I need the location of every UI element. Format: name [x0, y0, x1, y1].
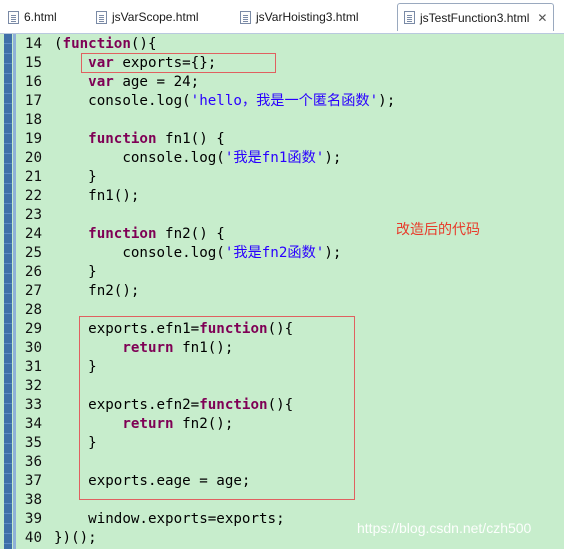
- string-token: '我是fn2函数': [224, 245, 325, 261]
- tab-label: 6.html: [24, 10, 57, 24]
- code-line: 16 var age = 24;: [0, 73, 564, 92]
- editor-tab-bar: 6.html jsVarScope.html jsVarHoisting3.ht…: [0, 0, 564, 34]
- code-token: age = 24;: [113, 74, 200, 90]
- line-number: 21: [24, 169, 42, 185]
- line-number: 23: [24, 207, 42, 223]
- line-number: 32: [24, 378, 42, 394]
- tab-jsvarhoisting3-html[interactable]: jsVarHoisting3.html: [240, 5, 358, 29]
- line-code: }: [54, 168, 97, 187]
- tab-6-html[interactable]: 6.html: [8, 5, 57, 29]
- code-line: 14 (function(){: [0, 35, 564, 54]
- line-code: function fn2() {: [54, 225, 225, 244]
- line-number: 28: [24, 302, 42, 318]
- keyword-token: function: [88, 226, 157, 242]
- line-code: function fn1() {: [54, 130, 225, 149]
- line-number: 39: [24, 511, 42, 527]
- code-token: console.log(: [54, 93, 191, 109]
- code-line: 20 console.log('我是fn1函数');: [0, 149, 564, 168]
- code-line: 19 function fn1() {: [0, 130, 564, 149]
- code-token: );: [324, 150, 342, 166]
- line-code: (function(){: [54, 35, 157, 54]
- line-number: 16: [24, 74, 42, 90]
- code-line: 26 }: [0, 263, 564, 282]
- html-file-icon: [96, 10, 107, 24]
- tab-label: jsVarScope.html: [112, 10, 199, 24]
- line-number: 35: [24, 435, 42, 451]
- line-number: 36: [24, 454, 42, 470]
- keyword-token: var: [88, 74, 114, 90]
- line-number: 33: [24, 397, 42, 413]
- code-token: );: [324, 245, 342, 261]
- code-token: console.log(: [54, 245, 225, 261]
- line-number: 38: [24, 492, 42, 508]
- line-number: 25: [24, 245, 42, 261]
- code-token: }: [54, 264, 97, 280]
- code-token: fn1() {: [156, 131, 225, 147]
- line-code: console.log('我是fn1函数');: [54, 149, 341, 168]
- code-line: 18: [0, 111, 564, 130]
- line-code: fn1();: [54, 187, 139, 206]
- close-icon[interactable]: ✕: [537, 11, 547, 25]
- keyword-token: function: [88, 131, 157, 147]
- tab-jstestfunction3-html[interactable]: jsTestFunction3.html ✕: [397, 3, 555, 31]
- code-line: 22 fn1();: [0, 187, 564, 206]
- line-number: 29: [24, 321, 42, 337]
- line-code: }: [54, 263, 97, 282]
- annotation-note: 改造后的代码: [396, 222, 480, 238]
- code-token: })();: [54, 530, 97, 546]
- code-token: (: [54, 36, 63, 52]
- code-token: fn2();: [54, 283, 140, 299]
- code-token: }: [54, 169, 97, 185]
- code-line: 21 }: [0, 168, 564, 187]
- tab-label: jsVarHoisting3.html: [256, 10, 359, 24]
- line-number: 40: [24, 530, 42, 546]
- line-code: window.exports=exports;: [54, 510, 285, 529]
- line-code: fn2();: [54, 282, 139, 301]
- code-token: );: [378, 93, 396, 109]
- code-line: 27 fn2();: [0, 282, 564, 301]
- code-editor[interactable]: 14 (function(){15 var exports={}; 16 var a…: [0, 34, 564, 549]
- line-number: 30: [24, 340, 42, 356]
- line-number: 18: [24, 112, 42, 128]
- code-token: console.log(: [54, 150, 225, 166]
- line-number: 26: [24, 264, 42, 280]
- tab-jsvarscope-html[interactable]: jsVarScope.html: [96, 5, 198, 29]
- highlight-box-exports-assignments: [79, 316, 355, 500]
- line-number: 27: [24, 283, 42, 299]
- line-number: 14: [24, 36, 42, 52]
- html-file-icon: [240, 10, 251, 24]
- line-code: var age = 24;: [54, 73, 199, 92]
- tab-label: jsTestFunction3.html: [420, 10, 530, 25]
- line-number: 22: [24, 188, 42, 204]
- line-code: console.log('我是fn2函数');: [54, 244, 341, 263]
- code-line: 25 console.log('我是fn2函数');: [0, 244, 564, 263]
- code-token: window.exports=exports;: [54, 511, 285, 527]
- line-number: 20: [24, 150, 42, 166]
- html-file-icon: [404, 11, 415, 24]
- watermark: https://blog.csdn.net/czh500: [357, 520, 532, 536]
- string-token: 'hello，我是一个匿名函数': [190, 93, 379, 109]
- line-code: })();: [54, 529, 97, 548]
- code-token: fn1();: [54, 188, 140, 204]
- code-token: fn2() {: [156, 226, 225, 242]
- html-file-icon: [8, 10, 19, 24]
- highlight-box-exports-declaration: [81, 53, 276, 73]
- line-number: 24: [24, 226, 42, 242]
- line-number: 34: [24, 416, 42, 432]
- line-number: 31: [24, 359, 42, 375]
- keyword-token: function: [62, 36, 131, 52]
- code-token: (){: [130, 36, 157, 52]
- line-number: 15: [24, 55, 42, 71]
- string-token: '我是fn1函数': [224, 150, 325, 166]
- line-code: console.log('hello，我是一个匿名函数');: [54, 92, 395, 111]
- code-line: 17 console.log('hello，我是一个匿名函数');: [0, 92, 564, 111]
- line-number: 17: [24, 93, 42, 109]
- line-number: 19: [24, 131, 42, 147]
- line-number: 37: [24, 473, 42, 489]
